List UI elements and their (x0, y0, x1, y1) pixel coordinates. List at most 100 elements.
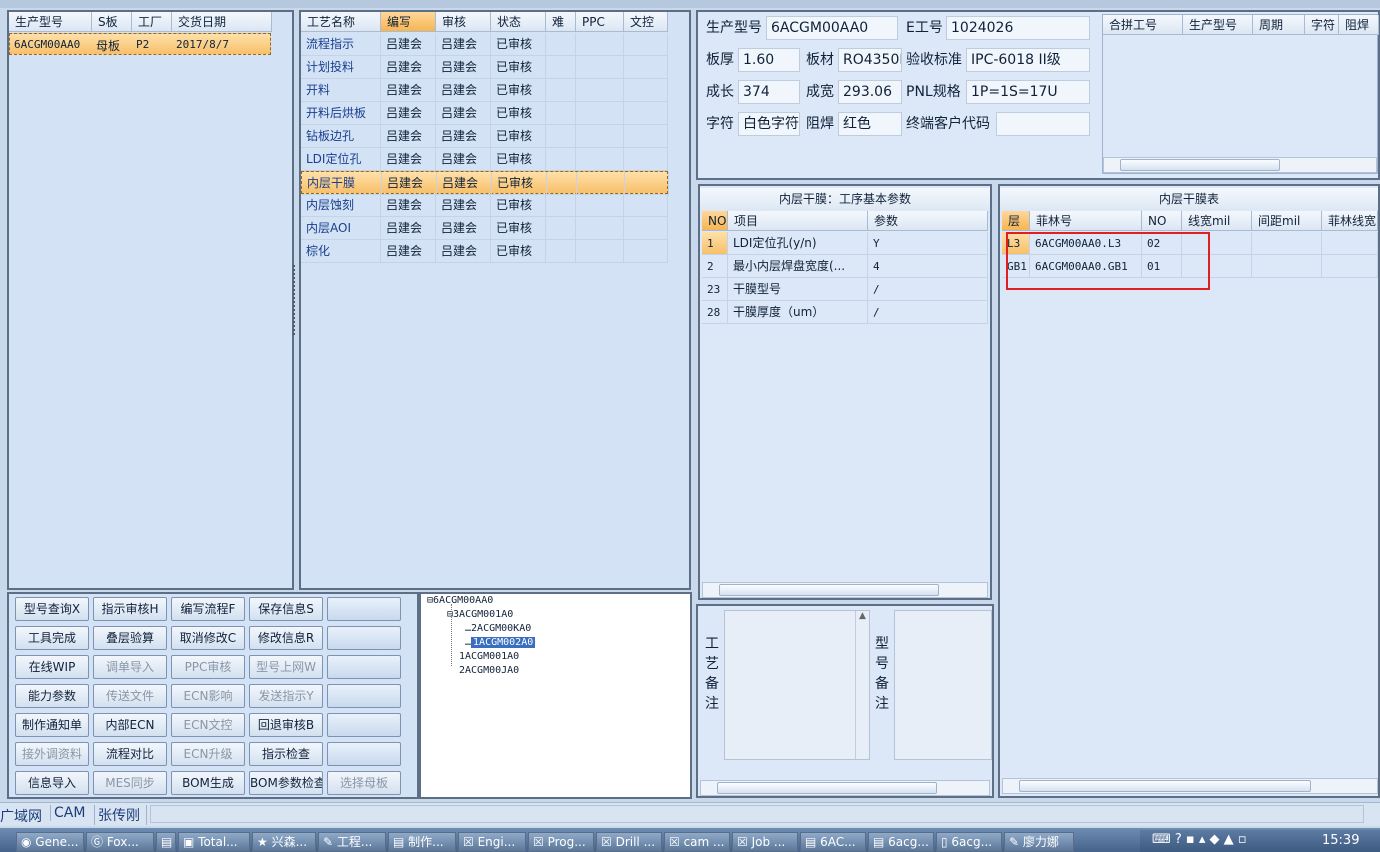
taskbar-button[interactable]: ☒ Engi... (458, 832, 526, 852)
length-field[interactable]: 374 (738, 80, 800, 104)
col-header-ppc[interactable]: PPC (576, 12, 624, 32)
table-row[interactable]: 钻板边孔 吕建会 吕建会 已审核 (301, 125, 668, 148)
action-button[interactable]: 在线WIP (15, 655, 89, 679)
taskbar-button[interactable]: ☒ cam ... (664, 832, 730, 852)
action-button[interactable]: 型号上网W (249, 655, 323, 679)
taskbar-button[interactable]: ▤ 6AC... (800, 832, 866, 852)
action-button[interactable]: 保存信息S (249, 597, 323, 621)
taskbar-button[interactable]: ▣ Total... (178, 832, 250, 852)
col-header-reviewer[interactable]: 审核 (436, 12, 491, 32)
mask-field[interactable]: 红色 (838, 112, 902, 136)
standard-field[interactable]: IPC-6018 II级 (966, 48, 1090, 72)
action-button[interactable]: ECN文控 (171, 713, 245, 737)
cell-item[interactable]: 干膜厚度（um） (728, 301, 868, 324)
table-row[interactable]: 开料后烘板 吕建会 吕建会 已审核 (301, 102, 668, 125)
taskbar-button[interactable]: ◉ Gene... (16, 832, 84, 852)
action-button[interactable]: ECN影响 (171, 684, 245, 708)
cell-film-line-width[interactable] (1322, 232, 1378, 255)
col-header-merge-mask[interactable]: 阻焊 (1339, 15, 1379, 35)
action-button[interactable]: 内部ECN (93, 713, 167, 737)
table-row[interactable]: 内层干膜 吕建会 吕建会 已审核 (301, 171, 669, 195)
cell-spacing[interactable] (1252, 232, 1322, 255)
cell-no[interactable]: 2 (702, 255, 728, 278)
action-button[interactable]: 能力参数 (15, 684, 89, 708)
scrollbar-thumb[interactable] (719, 584, 939, 596)
col-header-delivery-date[interactable]: 交货日期 (172, 12, 272, 32)
cell-spacing[interactable] (1252, 255, 1322, 278)
scrollbar-thumb[interactable] (1120, 159, 1280, 171)
col-header-no[interactable]: NO (702, 211, 728, 231)
tree-grandchild[interactable]: …2ACGM00KA0 (465, 622, 531, 636)
action-button[interactable]: PPC审核 (171, 655, 245, 679)
action-button[interactable]: 叠层验算 (93, 626, 167, 650)
action-button[interactable]: 传送文件 (93, 684, 167, 708)
table-row[interactable]: 流程指示 吕建会 吕建会 已审核 (301, 33, 668, 56)
cell-param[interactable]: Y (868, 232, 988, 255)
taskbar-button[interactable]: ☒ Prog... (528, 832, 594, 852)
char-field[interactable]: 白色字符 (738, 112, 800, 136)
cell-film-line-width[interactable] (1322, 255, 1378, 278)
col-header-model[interactable]: 生产型号 (9, 12, 92, 32)
col-header-film-no[interactable]: 菲林号 (1030, 211, 1142, 231)
action-button[interactable]: 发送指示Y (249, 684, 323, 708)
horizontal-scrollbar[interactable] (702, 582, 988, 598)
tray-icons[interactable]: ⌨ ? ▪ ▴ ◆ ▲ ▫ (1152, 832, 1247, 847)
col-header-no[interactable]: NO (1142, 211, 1182, 231)
action-button[interactable]: 指示检查 (249, 742, 323, 766)
taskbar-button[interactable]: ▤ (156, 832, 176, 852)
action-button[interactable]: 型号查询X (15, 597, 89, 621)
taskbar-button[interactable]: ☒ Job ... (732, 832, 798, 852)
tree-root[interactable]: ⊟6ACGM00AA0 (427, 594, 493, 608)
col-header-merge-no[interactable]: 合拼工号 (1103, 15, 1183, 35)
taskbar-button[interactable]: ✎ 工程... (318, 832, 386, 852)
col-header-merge-char[interactable]: 字符 (1305, 15, 1339, 35)
action-button[interactable]: 流程对比 (93, 742, 167, 766)
tree-grandchild-selected[interactable]: … 1ACGM002A0 (465, 636, 536, 650)
col-header-doc-control[interactable]: 文控 (624, 12, 668, 32)
action-button[interactable]: 工具完成 (15, 626, 89, 650)
pnl-field[interactable]: 1P=1S=17U (966, 80, 1090, 104)
table-row[interactable]: 计划投料 吕建会 吕建会 已审核 (301, 56, 668, 79)
col-header-layer[interactable]: 层 (1002, 211, 1030, 231)
col-header-merge-model[interactable]: 生产型号 (1183, 15, 1253, 35)
table-row[interactable]: 开料 吕建会 吕建会 已审核 (301, 79, 668, 102)
scrollbar-thumb[interactable] (717, 782, 937, 794)
clock[interactable]: 15:39 (1322, 833, 1359, 848)
cell-no[interactable]: 23 (702, 278, 728, 301)
cell-item[interactable]: LDI定位孔(y/n) (728, 232, 868, 255)
cell-no[interactable]: 28 (702, 301, 728, 324)
taskbar-button[interactable]: Ⓖ Fox... (86, 832, 154, 852)
action-button[interactable]: 指示审核H (93, 597, 167, 621)
action-button[interactable] (327, 626, 401, 650)
action-button[interactable]: 接外调资料 (15, 742, 89, 766)
col-header-difficulty[interactable]: 难 (546, 12, 576, 32)
action-button[interactable]: 信息导入 (15, 771, 89, 795)
taskbar-button[interactable]: ✎ 廖力娜 (1004, 832, 1074, 852)
customer-field[interactable] (996, 112, 1090, 136)
col-header-item[interactable]: 项目 (728, 211, 868, 231)
tree-sibling[interactable]: 1ACGM001A0 (459, 650, 519, 664)
width-field[interactable]: 293.06 (838, 80, 902, 104)
action-button[interactable]: BOM参数检查 (249, 771, 323, 795)
action-button[interactable]: 选择母板 (327, 771, 401, 795)
action-button[interactable]: 编写流程F (171, 597, 245, 621)
horizontal-scrollbar[interactable] (1103, 157, 1377, 173)
action-button[interactable] (327, 655, 401, 679)
action-button[interactable] (327, 684, 401, 708)
action-button[interactable]: 取消修改C (171, 626, 245, 650)
cell-param[interactable]: / (868, 278, 988, 301)
action-button[interactable]: BOM生成 (171, 771, 245, 795)
table-row[interactable]: LDI定位孔 吕建会 吕建会 已审核 (301, 148, 668, 171)
col-header-sboard[interactable]: S板 (92, 12, 132, 32)
process-remark-textarea[interactable]: ▲ (724, 610, 870, 760)
scrollbar-thumb[interactable] (1019, 780, 1311, 792)
action-button[interactable]: 修改信息R (249, 626, 323, 650)
cell-param[interactable]: 4 (868, 255, 988, 278)
action-button[interactable]: 调单导入 (93, 655, 167, 679)
col-header-film-line-width[interactable]: 菲林线宽 (1322, 211, 1378, 231)
action-button[interactable]: ECN升级 (171, 742, 245, 766)
taskbar-button[interactable]: ▤ 6acg... (868, 832, 934, 852)
cell-item[interactable]: 干膜型号 (728, 278, 868, 301)
table-row[interactable]: 棕化 吕建会 吕建会 已审核 (301, 240, 668, 263)
col-header-author[interactable]: 编写 (381, 12, 436, 32)
